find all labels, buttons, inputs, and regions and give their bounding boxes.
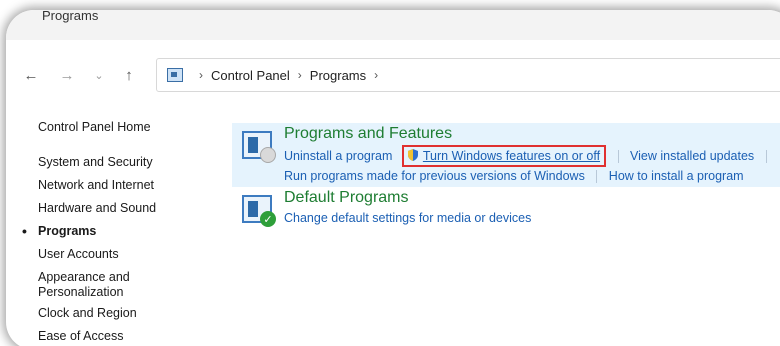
arrow-up-icon: ↑ xyxy=(125,66,133,84)
window-title: Programs xyxy=(42,10,99,23)
default-programs-links-row: Change default settings for media or dev… xyxy=(284,209,780,227)
default-programs-title[interactable]: Default Programs xyxy=(284,189,780,207)
breadcrumb-programs[interactable]: Programs xyxy=(310,68,366,83)
sidebar: Control Panel Home System and Security N… xyxy=(22,120,218,344)
navigation-bar: ← → ⌄ ↑ › Control Panel › Programs › xyxy=(6,58,780,92)
programs-features-links-row-2: Run programs made for previous versions … xyxy=(284,167,780,185)
breadcrumb-control-panel[interactable]: Control Panel xyxy=(211,68,290,83)
window-frame: Programs ← → ⌄ ↑ › Control Panel › Progr… xyxy=(6,10,780,346)
sidebar-item-appearance-personalization[interactable]: Appearance and Personalization xyxy=(38,270,138,300)
checkmark-icon: ✓ xyxy=(260,211,276,227)
view-installed-updates-link[interactable]: View installed updates xyxy=(630,149,754,163)
annotation-highlight-box: Turn Windows features on or off xyxy=(401,145,607,167)
programs-features-icon xyxy=(242,131,276,163)
turn-windows-features-link[interactable]: Turn Windows features on or off xyxy=(423,149,600,163)
link-separator xyxy=(596,170,598,184)
forward-button[interactable]: → xyxy=(56,64,78,86)
sidebar-item-system-security[interactable]: System and Security xyxy=(38,155,218,170)
recent-locations-button[interactable]: ⌄ xyxy=(88,64,110,86)
category-default-programs: ✓ Default Programs Change default settin… xyxy=(232,187,780,251)
programs-features-title[interactable]: Programs and Features xyxy=(284,125,780,143)
sidebar-item-hardware-sound[interactable]: Hardware and Sound xyxy=(38,201,218,216)
category-programs-features: Programs and Features Uninstall a progra… xyxy=(232,123,780,187)
sidebar-item-network-internet[interactable]: Network and Internet xyxy=(38,178,218,193)
control-panel-icon xyxy=(167,68,183,82)
run-previous-versions-link[interactable]: Run programs made for previous versions … xyxy=(284,169,585,183)
breadcrumb-separator-icon: › xyxy=(199,68,203,82)
arrow-left-icon: ← xyxy=(23,66,39,84)
sidebar-item-ease-of-access[interactable]: Ease of Access xyxy=(38,329,218,344)
sidebar-item-clock-region[interactable]: Clock and Region xyxy=(38,306,218,321)
back-button[interactable]: ← xyxy=(20,64,42,86)
title-bar: Programs xyxy=(6,10,780,40)
arrow-right-icon: → xyxy=(59,66,75,84)
uninstall-program-link[interactable]: Uninstall a program xyxy=(284,149,392,163)
sidebar-item-control-panel-home[interactable]: Control Panel Home xyxy=(38,120,218,135)
breadcrumb-separator-icon: › xyxy=(297,68,302,82)
breadcrumb-dropdown-icon[interactable]: › xyxy=(374,68,378,82)
link-separator xyxy=(617,150,619,164)
programs-features-links-row-1: Uninstall a program Turn Windows feature… xyxy=(284,145,780,167)
how-to-install-link[interactable]: How to install a program xyxy=(609,169,744,183)
sidebar-item-user-accounts[interactable]: User Accounts xyxy=(38,247,218,262)
uac-shield-icon xyxy=(407,149,418,161)
change-default-settings-link[interactable]: Change default settings for media or dev… xyxy=(284,211,531,225)
address-bar[interactable]: › Control Panel › Programs › xyxy=(156,58,780,92)
sidebar-item-programs[interactable]: Programs xyxy=(22,224,218,239)
main-content: Programs and Features Uninstall a progra… xyxy=(232,123,780,251)
up-button[interactable]: ↑ xyxy=(118,64,140,86)
link-separator xyxy=(765,150,767,164)
chevron-down-icon: ⌄ xyxy=(94,69,104,82)
default-programs-icon: ✓ xyxy=(242,195,276,227)
